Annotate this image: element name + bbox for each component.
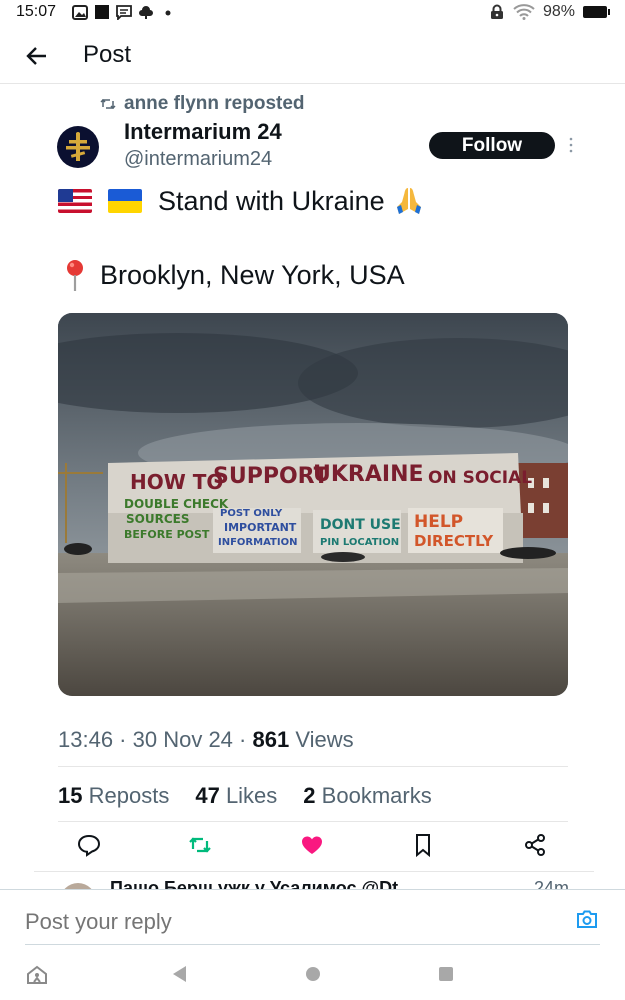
mural-panel3-line2: PIN LOCATION — [320, 537, 399, 548]
reply-time: 24m — [534, 878, 570, 889]
us-flag-icon — [58, 189, 92, 213]
message-icon — [116, 5, 132, 20]
repost-action-icon[interactable] — [187, 832, 213, 858]
post-text: Stand with Ukraine — [158, 185, 385, 216]
reply-underline — [25, 944, 600, 945]
post-image[interactable]: HOW TO SUPPORT UKRAINE ON SOCIAL DOUBLE … — [58, 313, 568, 696]
reply-input[interactable] — [25, 909, 545, 935]
mural-panel1-line1: DOUBLE CHECK — [124, 497, 229, 511]
bookmarks-stat[interactable]: 2 Bookmarks — [303, 783, 431, 809]
bookmarks-count: 2 — [303, 783, 316, 808]
home-accessibility-icon[interactable] — [26, 965, 48, 985]
mural-photo: HOW TO SUPPORT UKRAINE ON SOCIAL DOUBLE … — [58, 313, 568, 696]
action-bar — [58, 832, 568, 862]
likes-stat[interactable]: 47 Likes — [195, 783, 277, 809]
likes-label: Likes — [225, 783, 278, 808]
reposts-count: 15 — [58, 783, 83, 808]
reply-icon[interactable] — [76, 832, 102, 858]
post-meta: 13:46 · 30 Nov 24 · 861 Views — [58, 727, 354, 752]
status-right: 98% — [489, 3, 610, 21]
mural-panel2-line1: POST ONLY — [220, 508, 283, 519]
reposts-stat[interactable]: 15 Reposts — [58, 783, 169, 809]
reply-bar — [0, 889, 625, 947]
home-nav-icon[interactable] — [305, 965, 321, 983]
dot-icon — [165, 10, 171, 16]
status-bar: 15:07 98% — [0, 0, 625, 26]
divider — [58, 821, 568, 822]
status-time: 15:07 — [16, 3, 57, 20]
author-avatar[interactable] — [57, 126, 99, 168]
bookmark-icon[interactable] — [410, 832, 436, 858]
orthodox-cross-icon — [66, 132, 90, 161]
lock-icon — [490, 4, 503, 19]
square-app-icon — [95, 5, 109, 19]
bookmarks-label: Bookmarks — [321, 783, 432, 808]
repost-context[interactable]: anne flynn reposted — [100, 93, 305, 115]
views-label: Views — [295, 727, 354, 752]
mural-top-text-1: HOW TO — [130, 470, 223, 494]
mural-panel4-line2: DIRECTLY — [414, 532, 494, 550]
like-heart-icon[interactable] — [299, 832, 325, 858]
reposts-label: Reposts — [88, 783, 170, 808]
repost-text: anne flynn reposted — [124, 93, 305, 114]
reply-author-name: Пашо Берш ужк у Усалимос @Dt — [110, 878, 399, 889]
divider — [58, 766, 568, 767]
ukraine-flag-icon — [108, 189, 142, 213]
post-text-line2: Brooklyn, New York, USA — [62, 258, 405, 292]
recents-nav-icon[interactable] — [438, 965, 454, 983]
mural-top-text-2: SUPPORT — [213, 464, 329, 489]
gallery-icon — [72, 5, 88, 20]
location-pin-icon — [67, 260, 83, 291]
system-nav-bar — [0, 950, 625, 1000]
mural-panel2-line2: IMPORTANT — [224, 521, 297, 534]
share-icon[interactable] — [522, 832, 548, 858]
mural-top-text-4: ON SOCIAL — [428, 468, 532, 488]
likes-count: 47 — [195, 783, 220, 808]
back-nav-icon[interactable] — [171, 965, 187, 983]
author-name[interactable]: Intermarium 24 — [124, 119, 282, 145]
post-date: 30 Nov 24 — [132, 727, 233, 752]
more-options-icon[interactable] — [565, 136, 577, 154]
repost-icon — [100, 98, 116, 110]
follow-button[interactable]: Follow — [429, 132, 555, 159]
battery-percent: 98% — [542, 3, 575, 20]
post-header: Post — [0, 26, 625, 84]
post-stats: 15 Reposts 47 Likes 2 Bookmarks — [58, 783, 432, 809]
mural-panel3-line1: DONT USE — [320, 517, 401, 533]
mural-panel4-line1: HELP — [414, 512, 463, 532]
mural-panel1-line3: BEFORE POST — [124, 528, 210, 541]
folded-hands-icon — [396, 188, 421, 214]
battery-icon — [583, 6, 610, 18]
post-time: 13:46 — [58, 727, 114, 752]
post-location-text: Brooklyn, New York, USA — [100, 259, 405, 290]
back-arrow-icon[interactable] — [24, 43, 50, 69]
wifi-icon — [513, 4, 535, 20]
mural-panel2-line3: INFORMATION — [218, 537, 297, 548]
author-handle[interactable]: @intermarium24 — [124, 148, 272, 171]
mural-panel1-line2: SOURCES — [126, 512, 189, 526]
cloud-icon — [139, 6, 153, 19]
page-title: Post — [83, 41, 132, 68]
post-text-line1: Stand with Ukraine — [58, 185, 425, 217]
camera-icon[interactable] — [576, 909, 598, 929]
views-count: 861 — [252, 727, 290, 752]
notification-icons — [72, 5, 176, 20]
reply-preview[interactable]: Пашо Берш ужк у Усалимос @Dt 24m — [34, 871, 594, 889]
mural-top-text-3: UKRAINE — [313, 462, 424, 487]
